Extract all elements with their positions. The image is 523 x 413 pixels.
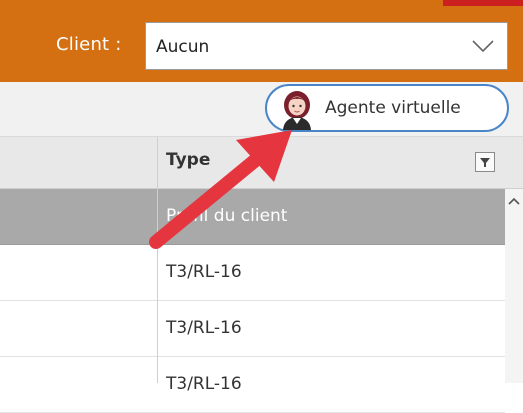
client-select-value: Aucun [156,37,210,57]
table-row[interactable]: Profil du client [0,189,505,245]
chevron-down-icon [472,40,494,53]
filter-icon [480,158,490,167]
client-label: Client : [56,34,122,55]
table-row[interactable]: T3/RL-16 [0,301,505,357]
virtual-agent-button[interactable]: Agente virtuelle [265,84,509,132]
column-separator [157,137,158,383]
top-bar: Client : Aucun [0,0,523,82]
virtual-agent-label: Agente virtuelle [325,98,461,118]
type-column-header[interactable]: Type [166,150,210,170]
table-row[interactable]: T3/RL-16 [0,357,505,413]
type-filter-button[interactable] [475,152,495,172]
type-cell: T3/RL-16 [166,262,242,282]
vertical-scrollbar[interactable] [505,189,523,383]
chevron-up-icon[interactable] [508,197,520,205]
type-cell: T3/RL-16 [166,374,242,394]
toolbar: Agente virtuelle [0,82,523,137]
table-row[interactable]: T3/RL-16 [0,245,505,301]
grid-column-header-row [0,137,523,189]
type-cell: T3/RL-16 [166,318,242,338]
virtual-agent-avatar-icon [283,91,311,130]
type-cell: Profil du client [166,206,288,226]
window-corner-accent [443,0,523,6]
client-select[interactable]: Aucun [145,22,508,70]
